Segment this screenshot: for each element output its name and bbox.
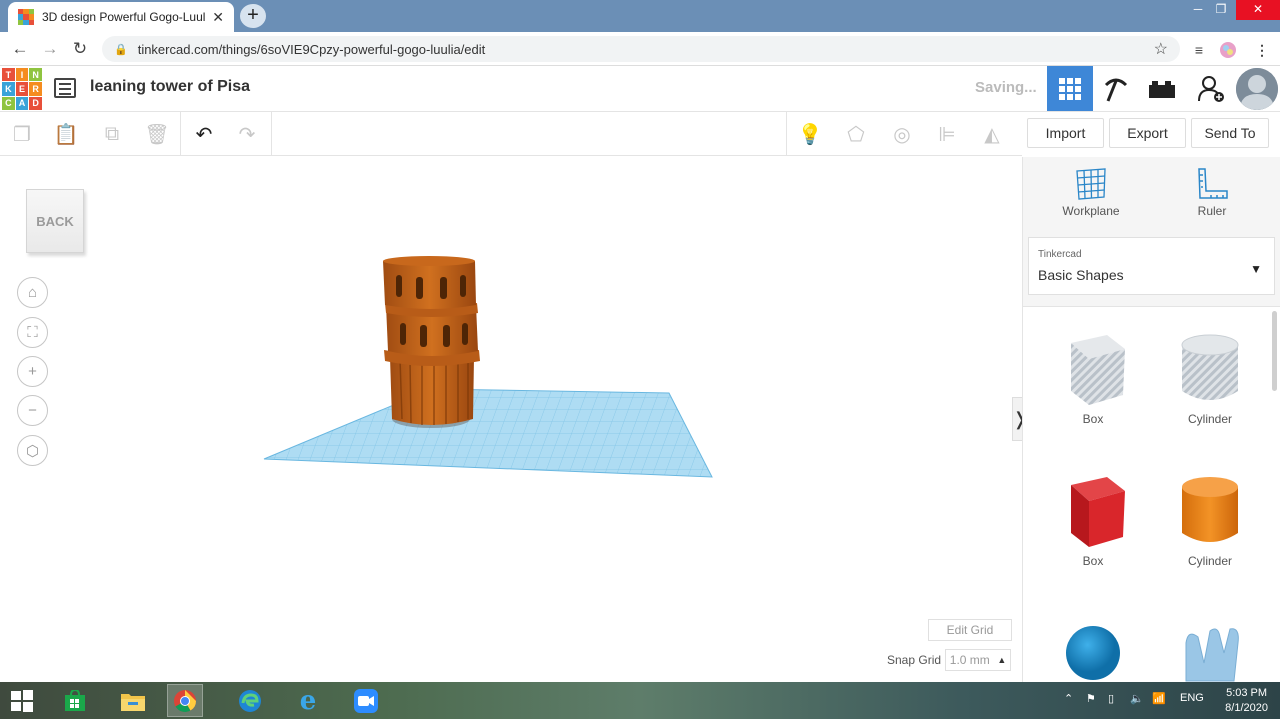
workplane-label: Workplane (1062, 204, 1120, 218)
shapes-grid: Box Cylinder Box Cylinder (1023, 306, 1280, 682)
align-icon[interactable]: ⊫ (933, 120, 961, 148)
new-tab-button[interactable]: + (240, 4, 266, 28)
chrome-menu-icon[interactable]: ⋮ (1252, 40, 1272, 60)
avatar[interactable] (1236, 68, 1278, 110)
internet-explorer-icon[interactable]: e (290, 684, 326, 717)
blocks-pickaxe-icon[interactable] (1093, 66, 1139, 111)
address-bar[interactable]: 🔒 tinkercad.com/things/6soVIE9Cpzy-power… (102, 36, 1180, 62)
ruler-label: Ruler (1197, 204, 1227, 218)
undo-icon[interactable]: ↶ (190, 120, 218, 148)
ungroup-icon[interactable]: ◎ (888, 120, 916, 148)
copy-icon[interactable]: ❐ (8, 120, 36, 148)
3d-viewport[interactable]: BACK ⌂ ⛶ + − ⬡ ❭ Edit Grid Snap Grid 1.0… (0, 157, 1028, 682)
restore-button[interactable]: ❐ (1206, 0, 1236, 20)
save-status: Saving... (975, 79, 1037, 96)
network-flag-icon[interactable]: ⚑ (1086, 692, 1096, 705)
cylinder-hole-icon (1181, 334, 1239, 400)
shape-cylinder-hole[interactable]: Cylinder (1160, 329, 1260, 426)
reload-icon[interactable]: ↻ (68, 38, 92, 60)
shape-scribble[interactable] (1160, 623, 1260, 682)
url-text: tinkercad.com/things/6soVIE9Cpzy-powerfu… (137, 41, 486, 57)
snap-grid-select[interactable]: 1.0 mm ▲ (945, 649, 1011, 671)
app-header: T I N K E R C A D leaning tower of Pisa … (0, 66, 1280, 112)
tab-title: 3D design Powerful Gogo-Luulia (42, 10, 207, 24)
library-category: Tinkercad (1038, 249, 1082, 260)
shape-cylinder[interactable]: Cylinder (1160, 471, 1260, 568)
box-hole-icon (1071, 335, 1125, 405)
chrome-icon[interactable] (167, 684, 203, 717)
tinkercad-favicon (18, 9, 34, 25)
edit-grid-button[interactable]: Edit Grid (928, 619, 1012, 641)
scrollbar[interactable] (1272, 311, 1277, 391)
delete-icon[interactable]: 🗑 (143, 120, 171, 148)
wifi-icon[interactable]: 📶 (1152, 692, 1166, 705)
scribble-icon (1185, 628, 1239, 682)
edit-toolbar: ❐ 📋 ⧉ 🗑 ↶ ↷ 💡 ⬠ ◎ ⊫ ◭ (0, 112, 1022, 156)
clock-time: 5:03 PM (1226, 687, 1268, 699)
3d-view-grid-icon[interactable] (1047, 66, 1093, 111)
cylinder-icon (1182, 477, 1238, 542)
send-to-button[interactable]: Send To (1191, 118, 1269, 148)
design-title[interactable]: leaning tower of Pisa (90, 78, 250, 96)
tinkercad-logo[interactable]: T I N K E R C A D (2, 68, 42, 110)
mirror-icon[interactable]: ◭ (978, 120, 1006, 148)
zoom-app-icon[interactable] (348, 684, 384, 717)
shape-label: Cylinder (1187, 554, 1232, 568)
design-menu-icon[interactable] (54, 78, 76, 98)
forward-arrow-icon[interactable]: → (38, 38, 62, 60)
snap-grid-label: Snap Grid (887, 653, 942, 667)
ruler-icon (1198, 168, 1228, 199)
redo-icon[interactable]: ↷ (233, 120, 261, 148)
language-indicator[interactable]: ENG (1180, 692, 1204, 704)
volume-icon[interactable]: 🔈 (1130, 692, 1144, 705)
sphere-icon (1066, 626, 1120, 680)
workplane-tool[interactable]: Workplane (1041, 167, 1141, 218)
clock-date: 8/1/2020 (1225, 702, 1268, 714)
box-icon (1071, 477, 1125, 547)
tab-close-icon[interactable]: ✕ (212, 9, 224, 26)
shape-label: Box (1082, 412, 1104, 426)
workplane-icon (1076, 168, 1106, 200)
shape-box[interactable]: Box (1043, 471, 1143, 568)
shape-box-hole[interactable]: Box (1043, 329, 1143, 426)
snap-grid-value: 1.0 mm (949, 653, 990, 667)
tray-chevron-icon[interactable]: ⌃ (1064, 692, 1073, 705)
group-icon[interactable]: ⬠ (842, 120, 870, 148)
shapes-panel: Workplane Ruler Tinkercad Basic Shapes ▼… (1022, 157, 1280, 682)
library-name: Basic Shapes (1038, 267, 1124, 283)
shape-label: Box (1082, 554, 1104, 568)
bricks-icon[interactable] (1139, 66, 1185, 111)
add-user-icon[interactable] (1188, 66, 1234, 111)
bookmark-star-icon[interactable]: ☆ (1154, 39, 1168, 59)
ruler-tool[interactable]: Ruler (1162, 167, 1262, 218)
lock-icon: 🔒 (114, 43, 128, 56)
taskbar-clock[interactable]: 5:03 PM 8/1/2020 (1225, 686, 1268, 716)
import-button[interactable]: Import (1027, 118, 1104, 148)
browser-tab-strip: 3D design Powerful Gogo-Luulia ✕ + ─ ❐ ✕ (0, 0, 1280, 32)
dropdown-arrow-icon: ▼ (1250, 262, 1262, 276)
browser-tab[interactable]: 3D design Powerful Gogo-Luulia ✕ (8, 2, 234, 32)
leaning-tower-model[interactable] (383, 256, 480, 428)
shape-library-dropdown[interactable]: Tinkercad Basic Shapes ▼ (1028, 237, 1275, 295)
shape-sphere[interactable] (1043, 623, 1143, 682)
file-explorer-icon[interactable] (115, 684, 151, 717)
paste-icon[interactable]: 📋 (52, 120, 80, 148)
device-icon[interactable]: ▯ (1108, 692, 1114, 705)
caret-up-icon: ▲ (997, 655, 1007, 665)
back-arrow-icon[interactable]: ← (8, 38, 32, 60)
shape-label: Cylinder (1187, 412, 1232, 426)
windows-start-icon[interactable] (4, 684, 40, 717)
store-icon[interactable] (57, 684, 93, 717)
reading-list-icon[interactable]: ≡ (1189, 40, 1209, 60)
windows-taskbar: e ⌃ ⚑ ▯ 🔈 📶 ENG 5:03 PM 8/1/2020 (0, 682, 1280, 719)
profile-color-icon[interactable] (1218, 40, 1238, 60)
export-button[interactable]: Export (1109, 118, 1186, 148)
lightbulb-icon[interactable]: 💡 (796, 120, 824, 148)
browser-toolbar: ← → ↻ 🔒 tinkercad.com/things/6soVIE9Cpzy… (0, 32, 1280, 66)
close-window-button[interactable]: ✕ (1236, 0, 1280, 20)
edge-icon[interactable] (232, 684, 268, 717)
duplicate-icon[interactable]: ⧉ (98, 120, 126, 148)
workplane-scene[interactable] (0, 157, 1010, 682)
